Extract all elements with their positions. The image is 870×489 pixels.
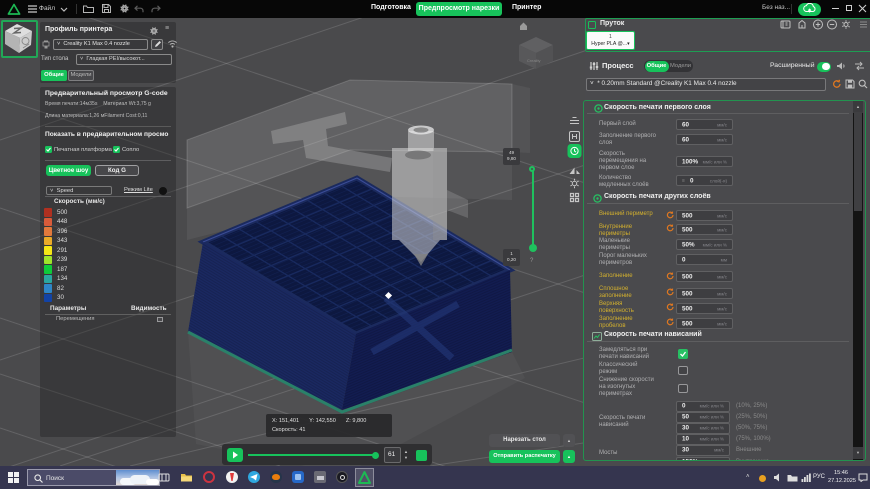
svg-text:Creality: Creality	[527, 58, 541, 63]
